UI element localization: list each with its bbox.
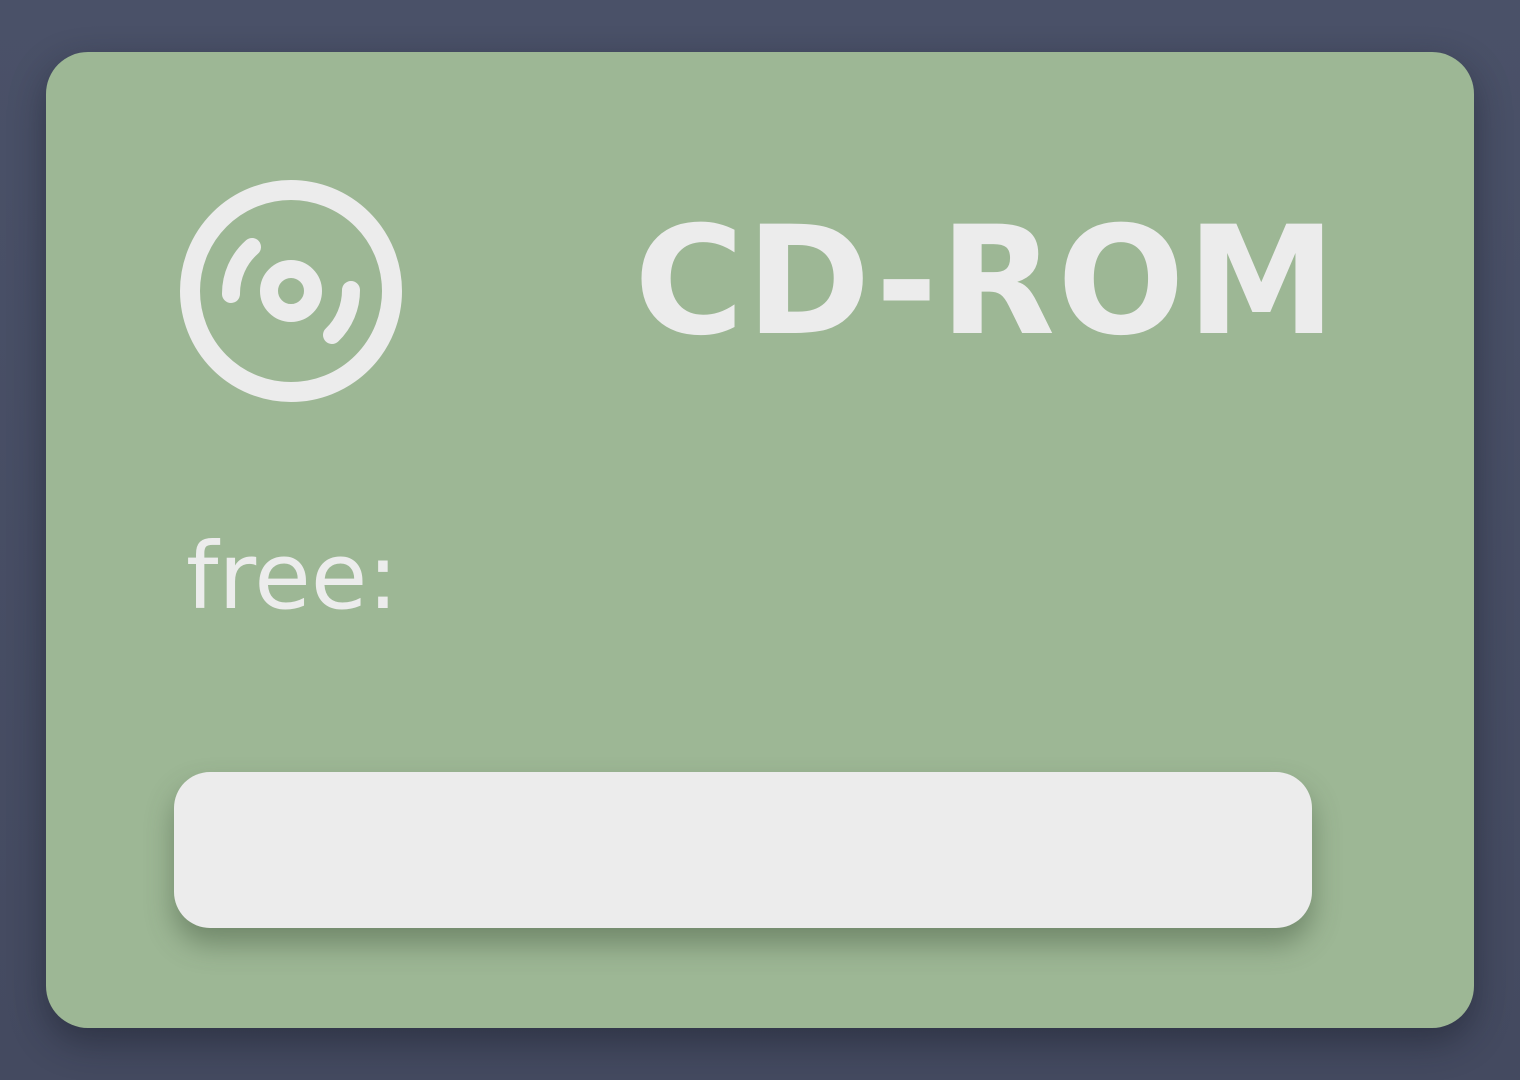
usage-bar	[174, 772, 1312, 928]
disc-icon	[178, 178, 404, 404]
drive-title: CD-ROM	[634, 195, 1338, 369]
drive-card[interactable]: CD-ROM free:	[46, 52, 1474, 1028]
free-space-label: free:	[186, 523, 399, 630]
